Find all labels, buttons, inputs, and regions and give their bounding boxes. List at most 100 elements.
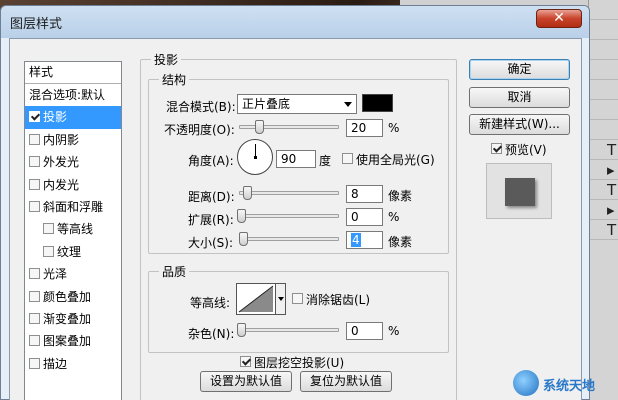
style-item-checkbox[interactable] — [29, 268, 40, 280]
watermark-text: 系统天地 — [543, 379, 596, 394]
style-item-checkbox[interactable] — [29, 178, 40, 190]
layer-row[interactable]: T — [589, 140, 618, 160]
shadow-color-swatch[interactable] — [362, 94, 393, 112]
spread-slider-thumb[interactable] — [237, 209, 246, 223]
global-light-label[interactable]: 使用全局光(G) — [356, 151, 435, 168]
close-button[interactable]: ✕ — [536, 9, 582, 28]
layer-row[interactable]: T — [589, 180, 618, 200]
style-item[interactable]: 内阴影 — [25, 129, 121, 151]
style-item-checkbox[interactable] — [29, 156, 40, 168]
layer-row[interactable] — [589, 0, 618, 20]
style-item[interactable]: 渐变叠加 — [25, 308, 121, 330]
angle-dial[interactable] — [237, 139, 273, 175]
layer-row[interactable] — [589, 40, 618, 60]
style-item-checkbox[interactable] — [29, 290, 40, 302]
spread-input[interactable]: 0 — [346, 208, 383, 226]
distance-slider-track[interactable] — [239, 191, 339, 195]
style-item[interactable]: 外发光 — [25, 151, 121, 173]
distance-input[interactable]: 8 — [346, 185, 383, 203]
contour-dropdown-button[interactable] — [276, 283, 286, 315]
cancel-button[interactable]: 取消 — [469, 87, 570, 108]
style-item-checkbox[interactable] — [29, 357, 40, 369]
layer-row[interactable]: ▸ — [589, 200, 618, 220]
preview-square — [505, 178, 535, 206]
distance-label: 距离(D): — [188, 190, 235, 204]
style-item-label: 内阴影 — [43, 132, 80, 147]
global-light-checkbox[interactable] — [342, 153, 353, 164]
style-item-label: 混合选项:默认 — [29, 88, 106, 102]
style-item-checkbox[interactable] — [29, 335, 40, 347]
style-item[interactable]: 投影 — [25, 106, 121, 129]
spread-slider-track[interactable] — [239, 214, 339, 218]
style-item-label: 光泽 — [43, 267, 68, 282]
layer-row[interactable] — [589, 60, 618, 80]
style-item[interactable]: 等高线 — [25, 218, 121, 240]
size-slider-thumb[interactable] — [239, 232, 248, 246]
preview-checkbox[interactable] — [491, 143, 502, 154]
layer-row[interactable] — [589, 100, 618, 120]
knockout-label[interactable]: 图层挖空投影(U) — [254, 354, 344, 371]
watermark-logo-icon — [513, 370, 539, 396]
layer-row[interactable] — [589, 120, 618, 140]
style-item-label: 颜色叠加 — [43, 289, 92, 304]
opacity-slider-track[interactable] — [239, 125, 339, 129]
anti-alias-label[interactable]: 消除锯齿(L) — [306, 291, 370, 308]
opacity-slider-thumb[interactable] — [255, 120, 264, 134]
style-item[interactable]: 描边 — [25, 353, 121, 375]
site-watermark: 系统天地 — [513, 368, 618, 400]
noise-slider-track[interactable] — [239, 328, 339, 332]
size-input[interactable]: 4 — [346, 231, 383, 249]
style-item-checkbox[interactable] — [43, 245, 54, 257]
noise-label: 杂色(N): — [188, 327, 235, 341]
style-item-label: 渐变叠加 — [43, 311, 92, 326]
angle-input[interactable]: 90 — [276, 150, 316, 168]
size-slider-track[interactable] — [239, 237, 339, 241]
blend-mode-value: 正片叠底 — [242, 97, 291, 111]
ok-button[interactable]: 确定 — [469, 59, 570, 80]
style-item-checkbox[interactable] — [29, 312, 40, 324]
layer-row[interactable] — [589, 80, 618, 100]
layer-row[interactable] — [589, 20, 618, 40]
spread-label: 扩展(R): — [188, 213, 234, 227]
set-default-button[interactable]: 设置为默认值 — [200, 371, 292, 392]
style-item[interactable]: 内发光 — [25, 174, 121, 196]
distance-unit: 像素 — [388, 189, 413, 203]
dialog-client-area: 样式 混合选项:默认 投影 内阴影 外发光 内发光 斜面和浮雕 等高线 纹理 光泽 颜色叠加 渐变叠… — [9, 38, 582, 400]
size-value-selected: 4 — [351, 233, 361, 247]
distance-slider-thumb[interactable] — [243, 186, 252, 200]
style-item-checkbox[interactable] — [43, 223, 54, 235]
spread-unit: % — [388, 210, 400, 224]
style-item[interactable]: 纹理 — [25, 241, 121, 263]
layers-panel: T ▸ T ▸ T — [588, 0, 618, 400]
layer-style-dialog: 图层样式 ✕ 样式 混合选项:默认 投影 内阴影 外发光 内发光 斜面和浮雕 等高线 纹理 光泽… — [0, 5, 590, 400]
contour-curve-icon — [238, 285, 274, 313]
style-item[interactable]: 混合选项:默认 — [25, 84, 121, 106]
knockout-checkbox[interactable] — [240, 356, 251, 367]
reset-default-button[interactable]: 复位为默认值 — [300, 371, 392, 392]
structure-title: 结构 — [159, 71, 190, 88]
anti-alias-checkbox[interactable] — [292, 293, 303, 304]
drop-shadow-title: 投影 — [151, 51, 182, 68]
layer-row[interactable]: ▸ — [589, 160, 618, 180]
style-item-checkbox[interactable] — [29, 133, 40, 145]
style-item[interactable]: 颜色叠加 — [25, 286, 121, 308]
contour-preview[interactable] — [236, 283, 276, 315]
noise-input[interactable]: 0 — [346, 322, 383, 340]
style-item[interactable]: 图案叠加 — [25, 330, 121, 352]
dialog-title: 图层样式 — [10, 17, 63, 32]
layer-row[interactable]: T — [589, 220, 618, 240]
style-item-label: 斜面和浮雕 — [43, 199, 104, 214]
style-item-checkbox[interactable] — [29, 111, 40, 123]
style-item-label: 内发光 — [43, 177, 80, 192]
new-style-button[interactable]: 新建样式(W)... — [469, 114, 570, 135]
style-item[interactable]: 光泽 — [25, 263, 121, 285]
style-item[interactable]: 斜面和浮雕 — [25, 196, 121, 218]
blend-mode-select[interactable]: 正片叠底 — [237, 94, 357, 114]
noise-slider-thumb[interactable] — [237, 323, 246, 337]
opacity-input[interactable]: 20 — [346, 119, 383, 137]
style-item-label: 投影 — [43, 110, 68, 125]
preview-label[interactable]: 预览(V) — [505, 141, 547, 158]
style-item-checkbox[interactable] — [29, 200, 40, 212]
styles-list-header[interactable]: 样式 — [25, 62, 121, 84]
style-item-label: 外发光 — [43, 155, 80, 170]
